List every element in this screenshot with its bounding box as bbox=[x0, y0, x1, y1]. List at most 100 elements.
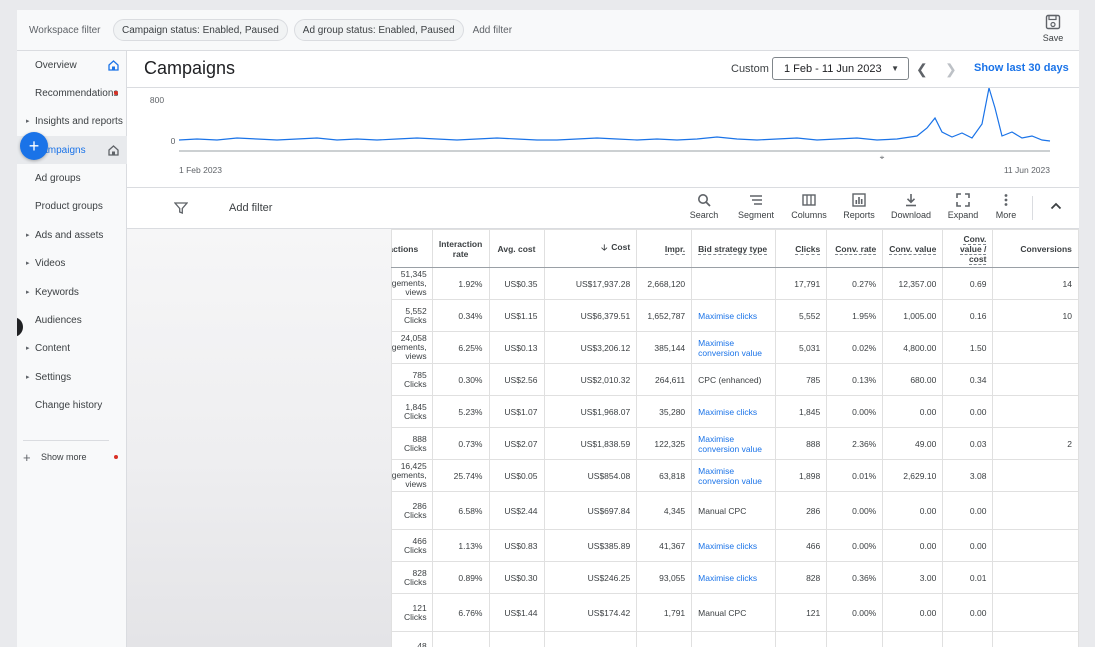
expand-caret-icon: ▸ bbox=[26, 232, 30, 239]
col-bid-strategy-type[interactable]: Bid strategy type bbox=[691, 229, 777, 268]
more-button[interactable]: More bbox=[993, 193, 1019, 220]
collapse-chevron-icon[interactable] bbox=[1049, 199, 1063, 213]
col-avg-cost[interactable]: Avg. cost bbox=[488, 229, 545, 268]
col-conv-value[interactable]: Conv. value bbox=[882, 229, 944, 268]
sidebar-item-insights-and-reports[interactable]: ▸ Insights and reports bbox=[17, 107, 127, 135]
cell-rate: 0.73% bbox=[431, 427, 490, 460]
cell-clicks: 121 bbox=[775, 593, 828, 632]
save-button[interactable]: Save bbox=[1041, 14, 1065, 43]
cell-bid-strategy[interactable]: Maximise clicks bbox=[691, 529, 777, 562]
cell-avg: US$0.05 bbox=[488, 459, 545, 492]
table-row[interactable]: 24,058engagements, views6.25%US$0.13US$3… bbox=[391, 331, 1079, 364]
previous-period-button[interactable]: ❮ bbox=[916, 61, 928, 78]
expand-button[interactable]: Expand bbox=[947, 193, 979, 220]
table-row[interactable]: 51,345engagements, views1.92%US$0.35US$1… bbox=[391, 267, 1079, 300]
table-row[interactable]: 48Clicks28.40%US$1.70US$81.40169Maximise… bbox=[391, 631, 1079, 647]
table-row[interactable]: 785 Clicks 0.30% US$2.56 US$2,010.32 264,611 C… bbox=[391, 363, 1079, 396]
sidebar-divider bbox=[23, 440, 109, 441]
create-plus-button[interactable]: + bbox=[20, 132, 48, 160]
cell-cvc: 0.69 bbox=[942, 267, 994, 300]
sidebar-item-recommendations[interactable]: Recommendations bbox=[17, 79, 127, 107]
cell-conv bbox=[992, 491, 1079, 530]
search-label: Search bbox=[689, 210, 719, 220]
alert-dot bbox=[114, 91, 118, 95]
download-button[interactable]: Download bbox=[890, 193, 932, 220]
cell-cost: US$6,379.51 bbox=[543, 299, 638, 332]
cell-bid-strategy[interactable]: Maximise conversion value bbox=[691, 331, 777, 364]
sidebar-item-content[interactable]: ▸ Content bbox=[17, 334, 127, 362]
table-row[interactable]: 888 Clicks 0.73% US$2.07 US$1,838.59 122,325 M… bbox=[391, 427, 1079, 460]
sidebar-item-videos[interactable]: ▸ Videos bbox=[17, 249, 127, 277]
table-row[interactable]: 121 Clicks 6.76% US$1.44 US$174.42 1,791 Manua… bbox=[391, 593, 1079, 632]
table-row[interactable]: 16,425engagements, views25.74%US$0.05US$… bbox=[391, 459, 1079, 492]
segment-button[interactable]: Segment bbox=[736, 193, 776, 220]
col-interaction-rate[interactable]: Interaction rate bbox=[431, 229, 490, 268]
obscured-campaign-names bbox=[127, 229, 391, 647]
sidebar-item-product-groups[interactable]: Product groups bbox=[17, 192, 127, 220]
cell-interactions: 16,425engagements, views bbox=[391, 459, 433, 492]
expand-caret-icon: ▸ bbox=[26, 118, 30, 125]
campaign-status-chip[interactable]: Campaign status: Enabled, Paused bbox=[113, 19, 288, 41]
cell-bid-strategy[interactable]: Maximise clicks bbox=[691, 631, 777, 647]
filter-icon[interactable] bbox=[174, 201, 188, 215]
cell-bid-strategy[interactable]: Maximise clicks bbox=[691, 299, 777, 332]
col-clicks[interactable]: Clicks bbox=[775, 229, 828, 268]
col-conv-rate[interactable]: Conv. rate bbox=[826, 229, 884, 268]
x-label-start: 1 Feb 2023 bbox=[179, 165, 222, 175]
table-add-filter[interactable]: Add filter bbox=[229, 202, 272, 214]
cell-cost: US$385.89 bbox=[543, 529, 638, 562]
sidebar-item-ads-and-assets[interactable]: ▸ Ads and assets bbox=[17, 221, 127, 249]
sidebar-item-change-history[interactable]: Change history bbox=[17, 391, 127, 419]
date-range-picker[interactable]: 1 Feb - 11 Jun 2023 ▼ bbox=[772, 57, 909, 80]
page-title: Campaigns bbox=[144, 58, 236, 78]
col-conversions[interactable]: Conversions bbox=[992, 229, 1079, 268]
show-more-button[interactable]: + Show more bbox=[17, 443, 127, 471]
show-last-30-days-button[interactable]: Show last 30 days bbox=[974, 62, 1069, 74]
col-cost[interactable]: 🡣 Cost bbox=[543, 229, 638, 268]
cell-rate: 28.40% bbox=[431, 631, 490, 647]
cell-crate: 0.00% bbox=[826, 395, 884, 428]
cell-impr: 1,652,787 bbox=[636, 299, 693, 332]
col-interactions[interactable]: Interactions bbox=[391, 229, 433, 268]
sidebar-item-keywords[interactable]: ▸ Keywords bbox=[17, 278, 127, 306]
sidebar-item-label: Change history bbox=[35, 399, 103, 411]
cell-cost: US$246.25 bbox=[543, 561, 638, 594]
sidebar-item-settings[interactable]: ▸ Settings bbox=[17, 363, 127, 391]
cell-clicks: 466 bbox=[775, 529, 828, 562]
cell-crate: 2.36% bbox=[826, 427, 884, 460]
add-filter-link[interactable]: Add filter bbox=[473, 25, 512, 36]
dropdown-arrow-icon: ▼ bbox=[891, 64, 899, 73]
cell-avg: US$0.83 bbox=[488, 529, 545, 562]
expand-caret-icon: ▸ bbox=[26, 374, 30, 381]
cell-bid-strategy[interactable]: Maximise conversion value bbox=[691, 427, 777, 460]
cell-cvc: 0.00 bbox=[942, 395, 994, 428]
sidebar-item-label: Ads and assets bbox=[35, 229, 104, 241]
next-period-button[interactable]: ❯ bbox=[945, 61, 957, 78]
sidebar-item-ad-groups[interactable]: Ad groups bbox=[17, 164, 127, 192]
sidebar-item-audiences[interactable]: Audiences bbox=[17, 306, 127, 334]
expand-caret-icon: ▸ bbox=[26, 345, 30, 352]
col-conv-value-cost[interactable]: Conv. value / cost bbox=[942, 229, 994, 268]
cell-bid-strategy[interactable]: Maximise clicks bbox=[691, 561, 777, 594]
table-row[interactable]: 466 Clicks 1.13% US$0.83 US$385.89 41,367 Maxi… bbox=[391, 529, 1079, 562]
cell-bid-strategy: Manual CPC bbox=[691, 593, 777, 632]
reports-button[interactable]: Reports bbox=[842, 193, 876, 220]
cell-crate: 0.02% bbox=[826, 331, 884, 364]
cell-interactions: 828 Clicks bbox=[391, 561, 433, 594]
campaigns-table-region: Interactions Interaction rate Avg. cost … bbox=[127, 229, 1079, 647]
search-button[interactable]: Search bbox=[689, 193, 719, 220]
cell-conv: 14 bbox=[992, 267, 1079, 300]
sidebar-item-label: Recommendations bbox=[35, 87, 119, 99]
col-impr[interactable]: Impr. bbox=[636, 229, 693, 268]
ad-group-status-chip[interactable]: Ad group status: Enabled, Paused bbox=[293, 19, 464, 41]
cell-bid-strategy[interactable]: Maximise conversion value bbox=[691, 459, 777, 492]
sidebar-item-overview[interactable]: Overview bbox=[17, 51, 127, 79]
table-row[interactable]: 828 Clicks 0.89% US$0.30 US$246.25 93,055 Maxi… bbox=[391, 561, 1079, 594]
table-row[interactable]: 5,552 Clicks 0.34% US$1.15 US$6,379.51 1,652,… bbox=[391, 299, 1079, 332]
cell-bid-strategy[interactable]: Maximise clicks bbox=[691, 395, 777, 428]
save-label: Save bbox=[1042, 33, 1064, 43]
table-row[interactable]: 286 Clicks 6.58% US$2.44 US$697.84 4,345 Manua… bbox=[391, 491, 1079, 530]
date-range-value: 1 Feb - 11 Jun 2023 bbox=[784, 62, 882, 75]
columns-button[interactable]: Columns bbox=[790, 193, 828, 220]
table-row[interactable]: 1,845 Clicks 5.23% US$1.07 US$1,968.07 35,280… bbox=[391, 395, 1079, 428]
